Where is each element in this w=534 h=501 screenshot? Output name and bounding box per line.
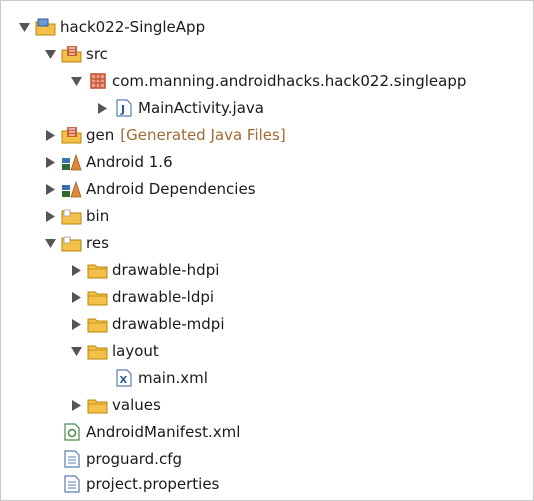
tree-item-label: res xyxy=(86,234,109,252)
tree-item-main-xml[interactable]: X main.xml xyxy=(113,365,208,391)
folder-icon xyxy=(87,396,109,414)
library-icon xyxy=(61,153,83,171)
tree-item-package[interactable]: com.manning.androidhacks.hack022.singlea… xyxy=(69,68,466,94)
tree-item-bin[interactable]: bin xyxy=(43,203,109,229)
svg-text:X: X xyxy=(120,375,128,386)
tree-item-label: layout xyxy=(112,342,159,360)
tree-item-label: src xyxy=(86,45,108,63)
source-folder-icon xyxy=(61,126,83,144)
chevron-right-icon[interactable] xyxy=(69,290,83,304)
tree-item-label: drawable-hdpi xyxy=(112,261,220,279)
project-explorer: hack022-SingleApp src com.manning.androi… xyxy=(0,0,534,501)
chevron-down-icon[interactable] xyxy=(17,20,31,34)
chevron-right-icon[interactable] xyxy=(69,263,83,277)
tree-item-label: project.properties xyxy=(86,475,220,493)
tree-item-label: com.manning.androidhacks.hack022.singlea… xyxy=(112,72,467,90)
source-folder-icon xyxy=(61,45,83,63)
chevron-right-icon[interactable] xyxy=(69,398,83,412)
tree-item-label: gen xyxy=(86,126,115,144)
chevron-right-icon[interactable] xyxy=(43,182,57,196)
tree-item-gen[interactable]: gen [Generated Java Files] xyxy=(43,122,286,148)
svg-text:J: J xyxy=(120,103,125,116)
folder-icon xyxy=(87,342,109,360)
folder-icon xyxy=(87,288,109,306)
tree-item-values[interactable]: values xyxy=(69,392,161,418)
folder-icon xyxy=(61,234,83,252)
chevron-right-icon[interactable] xyxy=(43,209,57,223)
tree-item-main-activity[interactable]: J MainActivity.java xyxy=(95,95,264,121)
tree-item-android-manifest[interactable]: AndroidManifest.xml xyxy=(61,419,240,445)
chevron-right-icon[interactable] xyxy=(43,155,57,169)
tree-item-drawable-mdpi[interactable]: drawable-mdpi xyxy=(69,311,225,337)
tree-item-drawable-ldpi[interactable]: drawable-ldpi xyxy=(69,284,214,310)
tree-item-label: hack022-SingleApp xyxy=(60,18,206,36)
package-icon xyxy=(87,72,109,90)
tree-item-project-properties[interactable]: project.properties xyxy=(61,471,219,497)
text-file-icon xyxy=(61,450,83,468)
folder-icon xyxy=(87,315,109,333)
tree-item-src[interactable]: src xyxy=(43,41,108,67)
chevron-right-icon[interactable] xyxy=(43,128,57,142)
folder-icon xyxy=(87,261,109,279)
library-icon xyxy=(61,180,83,198)
chevron-down-icon[interactable] xyxy=(69,74,83,88)
tree-item-label: drawable-mdpi xyxy=(112,315,225,333)
chevron-down-icon[interactable] xyxy=(43,236,57,250)
tree-item-drawable-hdpi[interactable]: drawable-hdpi xyxy=(69,257,219,283)
tree-item-android-dependencies[interactable]: Android Dependencies xyxy=(43,176,256,202)
tree-item-layout[interactable]: layout xyxy=(69,338,159,364)
text-file-icon xyxy=(61,475,83,493)
tree-item-label: Android Dependencies xyxy=(86,180,256,198)
tree-item-proguard[interactable]: proguard.cfg xyxy=(61,446,182,472)
tree-item-label: drawable-ldpi xyxy=(112,288,215,306)
project-folder-icon xyxy=(35,18,57,36)
tree-item-label: AndroidManifest.xml xyxy=(86,423,241,441)
chevron-down-icon[interactable] xyxy=(43,47,57,61)
tree-item-android-16[interactable]: Android 1.6 xyxy=(43,149,173,175)
chevron-right-icon[interactable] xyxy=(69,317,83,331)
tree-item-res[interactable]: res xyxy=(43,230,109,256)
tree-item-label: values xyxy=(112,396,161,414)
tree-item-sublabel: [Generated Java Files] xyxy=(120,126,286,144)
chevron-down-icon[interactable] xyxy=(69,344,83,358)
xml-file-icon: X xyxy=(113,369,135,387)
tree-item-label: Android 1.6 xyxy=(86,153,173,171)
tree-item-label: main.xml xyxy=(138,369,208,387)
manifest-file-icon xyxy=(61,423,83,441)
folder-icon xyxy=(61,207,83,225)
tree-item-label: proguard.cfg xyxy=(86,450,182,468)
tree-item-project[interactable]: hack022-SingleApp xyxy=(17,14,205,40)
tree-item-label: MainActivity.java xyxy=(138,99,264,117)
java-file-icon: J xyxy=(113,99,135,117)
tree-item-label: bin xyxy=(86,207,110,225)
chevron-right-icon[interactable] xyxy=(95,101,109,115)
